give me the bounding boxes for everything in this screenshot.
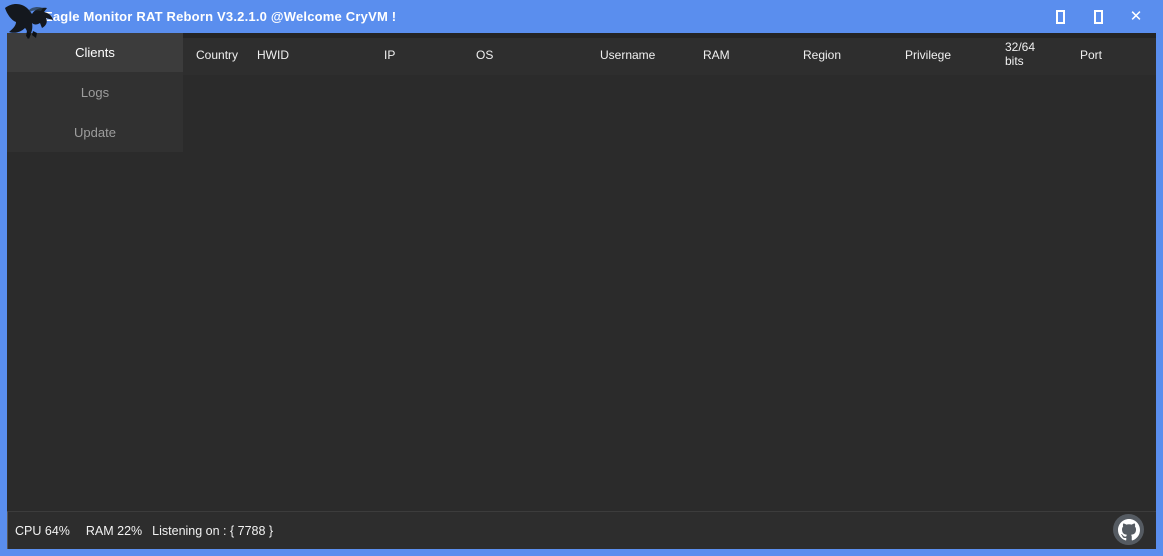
sidebar-item-label: Update	[74, 125, 116, 140]
maximize-icon	[1094, 10, 1103, 24]
status-bar: CPU 64% RAM 22% Listening on : { 7788 }	[7, 511, 1156, 549]
column-header-country[interactable]: Country	[196, 48, 238, 62]
column-header-os[interactable]: OS	[476, 48, 493, 62]
listening-port-label: Listening on : { 7788 }	[152, 524, 273, 538]
window-controls: ✕	[1041, 0, 1155, 33]
close-icon: ✕	[1130, 9, 1143, 24]
window-title: Eagle Monitor RAT Reborn V3.2.1.0 @Welco…	[44, 0, 396, 33]
eagle-logo-icon	[3, 1, 59, 43]
maximize-button[interactable]	[1079, 0, 1117, 33]
minimize-icon	[1056, 10, 1065, 24]
window-border-right	[1156, 33, 1163, 556]
app-window: Eagle Monitor RAT Reborn V3.2.1.0 @Welco…	[0, 0, 1163, 556]
column-header-bits[interactable]: 32/64 bits	[1005, 40, 1051, 68]
github-button[interactable]	[1113, 514, 1144, 545]
column-header-privilege[interactable]: Privilege	[905, 48, 951, 62]
github-octocat-icon	[1118, 519, 1140, 541]
column-header-hwid[interactable]: HWID	[257, 48, 289, 62]
title-bar[interactable]: Eagle Monitor RAT Reborn V3.2.1.0 @Welco…	[0, 0, 1163, 33]
sidebar-item-logs[interactable]: Logs	[7, 72, 183, 112]
column-header-ram[interactable]: RAM	[703, 48, 730, 62]
window-border-bottom	[0, 549, 1163, 556]
ram-usage-label: RAM 22%	[86, 524, 142, 538]
column-header-ip[interactable]: IP	[384, 48, 395, 62]
column-header-username[interactable]: Username	[600, 48, 655, 62]
window-border-left	[0, 33, 7, 556]
minimize-button[interactable]	[1041, 0, 1079, 33]
sidebar-item-update[interactable]: Update	[7, 112, 183, 152]
column-header-port[interactable]: Port	[1080, 48, 1102, 62]
clients-table-body[interactable]	[183, 75, 1156, 511]
sidebar-item-label: Clients	[75, 45, 115, 60]
sidebar-nav: Clients Logs Update	[7, 33, 183, 152]
cpu-usage-label: CPU 64%	[15, 524, 70, 538]
sidebar-item-label: Logs	[81, 85, 109, 100]
close-button[interactable]: ✕	[1117, 0, 1155, 33]
column-header-region[interactable]: Region	[803, 48, 841, 62]
